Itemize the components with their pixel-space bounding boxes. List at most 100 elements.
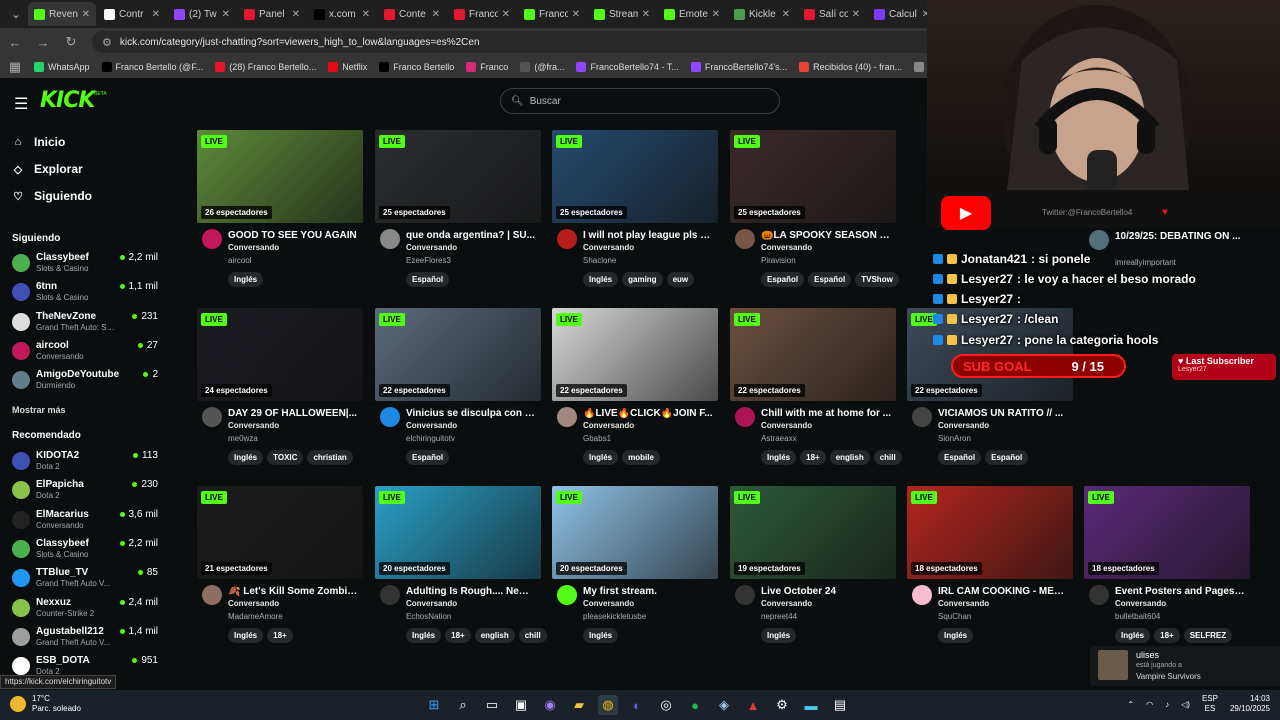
stream-category[interactable]: Conversando	[406, 421, 457, 430]
stream-thumbnail[interactable]: LIVE 24 espectadores	[197, 308, 363, 401]
stream-tag[interactable]: Español	[406, 450, 450, 465]
stream-title[interactable]: IRL CAM COOKING - MER...	[938, 586, 1068, 597]
spotify-icon[interactable]: ●	[685, 695, 705, 715]
app-icon[interactable]: ◉	[540, 695, 560, 715]
stream-thumbnail[interactable]: LIVE 22 espectadores	[552, 308, 718, 401]
stream-category[interactable]: Conversando	[228, 599, 279, 608]
github-icon[interactable]: ◎	[656, 695, 676, 715]
stream-title[interactable]: VICIAMOS UN RATITO // ...	[938, 408, 1068, 419]
stream-card[interactable]: LIVE 26 espectadores GOOD TO SEE YOU AGAIN…	[197, 130, 363, 295]
stream-tag[interactable]: Español	[761, 272, 805, 287]
stream-user[interactable]: pleasekickletusbe	[583, 612, 646, 621]
bookmark-item[interactable]: WhatsApp	[34, 62, 90, 72]
stream-thumbnail[interactable]: LIVE 20 espectadores	[552, 486, 718, 579]
stream-thumbnail[interactable]: LIVE 18 espectadores	[907, 486, 1073, 579]
stream-tag[interactable]: Español	[938, 450, 982, 465]
sidebar-channel[interactable]: AmigoDeYoutube Durmiendo 2	[12, 367, 162, 393]
stream-title[interactable]: I will not play league pls st...	[583, 230, 713, 241]
sidebar-channel[interactable]: ElPapicha Dota 2 230	[12, 477, 162, 503]
stream-user[interactable]: Astraeaxx	[761, 434, 797, 443]
browser-tab[interactable]: Stream ✕	[588, 2, 656, 26]
stream-user[interactable]: me0wza	[228, 434, 258, 443]
streamer-avatar[interactable]	[735, 407, 755, 427]
stream-card[interactable]: LIVE 21 espectadores 🍂 Let's Kill Some Zom…	[197, 486, 363, 651]
reload-icon[interactable]: ↻	[64, 34, 78, 50]
stream-tag[interactable]: 18+	[267, 628, 293, 643]
stream-card[interactable]: LIVE 25 espectadores I will not play leagu…	[552, 130, 718, 295]
browser-tab[interactable]: x.com ✕	[308, 2, 376, 26]
stream-tag[interactable]: SELFREZ	[1183, 628, 1233, 643]
stream-tag[interactable]: Inglés	[938, 628, 974, 643]
close-icon[interactable]: ✕	[362, 9, 370, 20]
nav-explore[interactable]: ◇ Explorar	[12, 162, 83, 176]
stream-tag[interactable]: 18+	[1154, 628, 1180, 643]
stream-title[interactable]: Adulting Is Rough.... Newl...	[406, 586, 536, 597]
stream-user[interactable]: Gbabs1	[583, 434, 611, 443]
browser-tab[interactable]: Franco ✕	[448, 2, 516, 26]
stream-category[interactable]: Conversando	[583, 599, 634, 608]
search-icon[interactable]: ⌕	[453, 695, 473, 715]
stream-user[interactable]: EzeeFlores3	[406, 256, 451, 265]
bookmark-item[interactable]: FrancoBertello74's...	[690, 62, 787, 72]
stream-tag[interactable]: Inglés	[1115, 628, 1151, 643]
close-icon[interactable]: ✕	[642, 9, 650, 20]
stream-thumbnail[interactable]: LIVE 25 espectadores	[552, 130, 718, 223]
stream-tag[interactable]: TOXIC	[267, 450, 304, 465]
close-icon[interactable]: ✕	[502, 9, 510, 20]
stream-tag[interactable]: 18+	[800, 450, 826, 465]
streamer-avatar[interactable]	[912, 407, 932, 427]
stream-card[interactable]: LIVE 22 espectadores 🔥LIVE🔥CLICK🔥JOIN F...…	[552, 308, 718, 473]
show-more-link[interactable]: Mostrar más	[12, 405, 66, 415]
kick-logo[interactable]: KICK	[40, 88, 95, 113]
close-icon[interactable]: ✕	[292, 9, 300, 20]
mic-icon[interactable]: ♪	[1165, 700, 1169, 709]
bookmark-item[interactable]: Franco Bertello (@F...	[101, 62, 203, 72]
stream-tag[interactable]: Inglés	[228, 450, 264, 465]
app-icon-3[interactable]: ▬	[801, 695, 821, 715]
site-info-icon[interactable]: ⚙	[102, 36, 112, 49]
clock[interactable]: 14:03 29/10/2025	[1230, 694, 1270, 714]
stream-tag[interactable]: Inglés	[583, 628, 619, 643]
weather-widget[interactable]: 17°C Parc. soleado	[10, 694, 81, 714]
stream-thumbnail[interactable]: LIVE 21 espectadores	[197, 486, 363, 579]
stream-category[interactable]: Conversando	[761, 599, 812, 608]
stream-thumbnail[interactable]: LIVE 18 espectadores	[1084, 486, 1250, 579]
sidebar-channel[interactable]: Classybeef Slots & Casino 2,2 mil	[12, 536, 162, 562]
stream-category[interactable]: Conversando	[583, 243, 634, 252]
stream-tag[interactable]: Inglés	[583, 450, 619, 465]
stream-thumbnail[interactable]: LIVE 25 espectadores	[730, 130, 896, 223]
stream-card[interactable]: LIVE 18 espectadores IRL CAM COOKING - MER…	[907, 486, 1073, 651]
browser-tab[interactable]: Emote ✕	[658, 2, 726, 26]
stream-thumbnail[interactable]: LIVE 22 espectadores	[375, 308, 541, 401]
stream-category[interactable]: Conversando	[938, 421, 989, 430]
streamer-avatar[interactable]	[380, 229, 400, 249]
streamer-avatar[interactable]	[1089, 585, 1109, 605]
close-icon[interactable]: ✕	[712, 9, 720, 20]
bookmark-item[interactable]: Franco Bertello	[379, 62, 454, 72]
streamer-avatar[interactable]	[557, 585, 577, 605]
browser-tab[interactable]: Calcul ✕	[868, 2, 936, 26]
settings-icon[interactable]: ⚙	[772, 695, 792, 715]
stream-category[interactable]: Conversando	[1115, 599, 1166, 608]
streamer-avatar[interactable]	[735, 585, 755, 605]
steam-icon[interactable]: ◈	[714, 695, 734, 715]
close-icon[interactable]: ✕	[222, 9, 230, 20]
browser-tab[interactable]: Contr ✕	[98, 2, 166, 26]
stream-tag[interactable]: christian	[307, 450, 353, 465]
stream-title[interactable]: GOOD TO SEE YOU AGAIN	[228, 230, 358, 241]
browser-tab[interactable]: Franco ✕	[518, 2, 586, 26]
stream-title[interactable]: que onda argentina? | SU...	[406, 230, 536, 241]
streamer-avatar[interactable]	[557, 229, 577, 249]
stream-thumbnail[interactable]: LIVE 20 espectadores	[375, 486, 541, 579]
stream-card[interactable]: LIVE 24 espectadores DAY 29 OF HALLOWEEN|.…	[197, 308, 363, 473]
stream-thumbnail[interactable]: LIVE 19 espectadores	[730, 486, 896, 579]
stream-tag[interactable]: Inglés	[761, 628, 797, 643]
close-icon[interactable]: ✕	[82, 9, 90, 20]
stream-user[interactable]: nepreet44	[761, 612, 797, 621]
stream-category[interactable]: Conversando	[406, 243, 457, 252]
stream-tag[interactable]: Inglés	[228, 628, 264, 643]
stream-tag[interactable]: TVShow	[855, 272, 899, 287]
stream-user[interactable]: Shaclone	[583, 256, 616, 265]
chevron-up-icon[interactable]: ⌃	[1127, 700, 1134, 709]
sidebar-channel[interactable]: TheNevZone Grand Theft Auto: San ... 231	[12, 309, 162, 335]
